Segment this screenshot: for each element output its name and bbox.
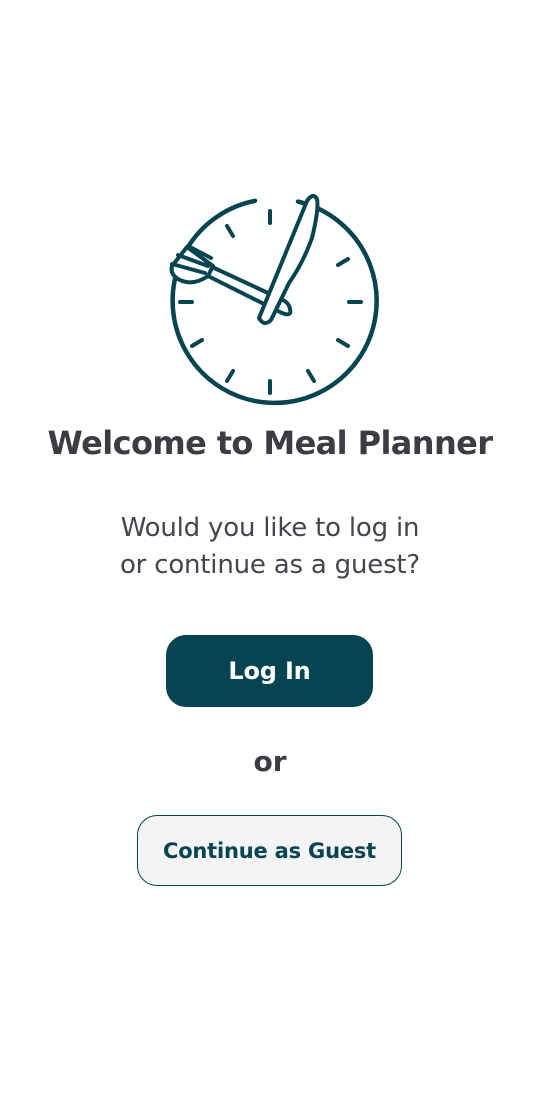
subtitle-line-2: or continue as a guest? [119, 550, 421, 580]
or-separator: or [253, 745, 287, 778]
subtitle-line-1: Would you like to log in [120, 513, 420, 543]
clock-fork-knife-icon [169, 194, 379, 406]
subtitle: Would you like to log in or continue as … [0, 510, 540, 584]
login-button[interactable]: Log In [166, 635, 373, 707]
continue-as-guest-button[interactable]: Continue as Guest [137, 815, 402, 886]
page-title: Welcome to Meal Planner [47, 424, 494, 462]
